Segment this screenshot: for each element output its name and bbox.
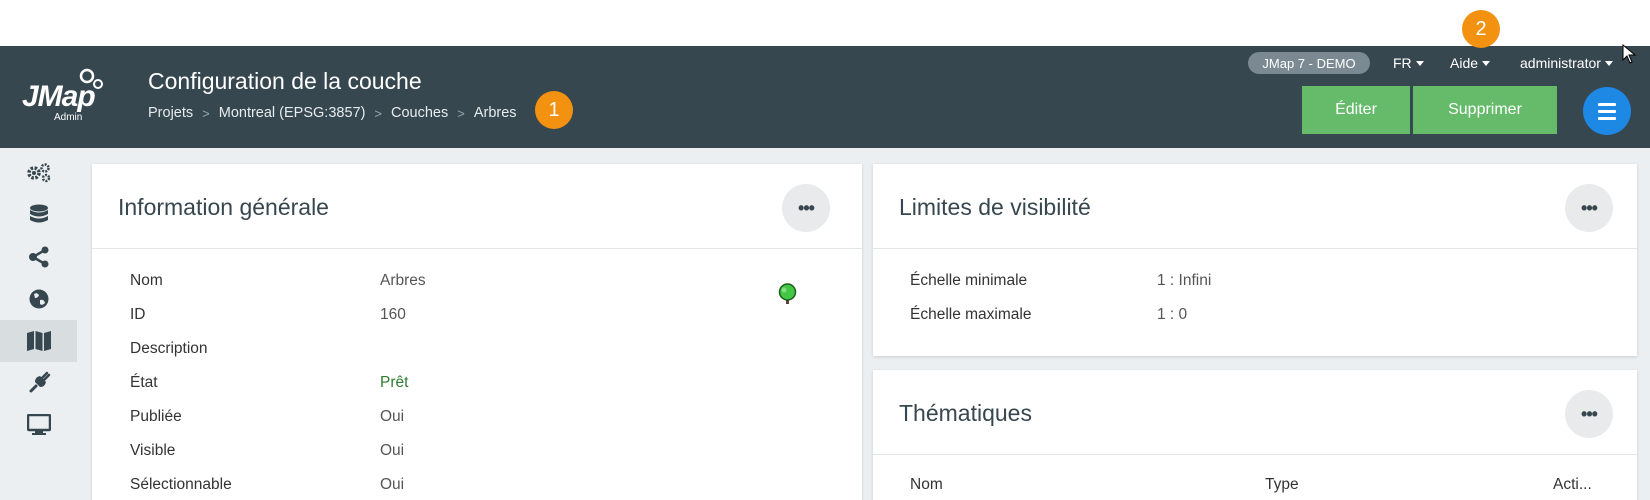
field-label: ID bbox=[130, 306, 146, 323]
column-header-name[interactable]: Nom bbox=[910, 476, 943, 494]
jmap-logo[interactable]: JMap Admin bbox=[22, 60, 122, 126]
monitor-icon bbox=[26, 414, 51, 435]
mouse-cursor-icon bbox=[1622, 44, 1637, 64]
column-header-actions: Acti... bbox=[1553, 476, 1592, 493]
visibility-limits-panel: Limites de visibilité ••• Échelle minima… bbox=[873, 164, 1637, 356]
panel-title: Information générale bbox=[118, 194, 329, 220]
share-icon bbox=[28, 246, 48, 268]
field-value: Oui bbox=[380, 408, 405, 425]
gears-icon bbox=[26, 163, 50, 183]
visibility-options-button[interactable]: ••• bbox=[1565, 184, 1613, 232]
page-title: Configuration de la couche bbox=[148, 68, 422, 94]
environment-badge: JMap 7 - DEMO bbox=[1248, 52, 1370, 74]
help-label: Aide bbox=[1450, 55, 1479, 71]
panel-title: Thématiques bbox=[899, 400, 1032, 426]
field-label: Sélectionnable bbox=[130, 476, 232, 493]
top-strip bbox=[0, 0, 1650, 46]
more-icon: ••• bbox=[798, 197, 815, 218]
field-value: 160 bbox=[380, 306, 406, 323]
breadcrumb-project[interactable]: Montreal (EPSG:3857) bbox=[219, 105, 366, 121]
sidebar bbox=[0, 148, 77, 500]
more-icon: ••• bbox=[1581, 197, 1598, 218]
hamburger-line bbox=[1598, 109, 1616, 113]
chevron-down-icon bbox=[1415, 60, 1424, 66]
breadcrumb-separator: > bbox=[374, 105, 383, 121]
column-header-type[interactable]: Type bbox=[1265, 476, 1299, 494]
edit-button[interactable]: Éditer bbox=[1302, 86, 1410, 134]
language-dropdown[interactable]: FR bbox=[1393, 52, 1424, 74]
field-label: État bbox=[130, 374, 158, 391]
plug-icon bbox=[29, 371, 50, 393]
sidebar-item-settings[interactable] bbox=[0, 152, 77, 194]
breadcrumb-current: Arbres bbox=[473, 105, 517, 121]
field-value: Oui bbox=[380, 476, 405, 493]
general-info-panel: Information générale ••• Nom Arbres ID 1… bbox=[92, 164, 862, 500]
breadcrumb-separator: > bbox=[457, 105, 465, 121]
sidebar-item-projects[interactable] bbox=[0, 320, 77, 362]
sidebar-item-extensions[interactable] bbox=[0, 362, 77, 404]
hamburger-line bbox=[1598, 102, 1616, 106]
breadcrumb-separator: > bbox=[202, 105, 210, 121]
field-label: Échelle minimale bbox=[910, 272, 1028, 289]
field-value: 1 : Infini bbox=[1157, 272, 1212, 289]
status-value: Prêt bbox=[380, 374, 409, 391]
language-label: FR bbox=[1393, 55, 1412, 71]
panel-divider bbox=[873, 454, 1637, 455]
chevron-down-icon bbox=[1604, 60, 1613, 66]
field-value: 1 : 0 bbox=[1157, 306, 1188, 323]
hamburger-line bbox=[1598, 116, 1616, 120]
map-icon bbox=[26, 331, 51, 351]
delete-button[interactable]: Supprimer bbox=[1413, 86, 1557, 134]
breadcrumb: Projets > Montreal (EPSG:3857) > Couches… bbox=[148, 105, 517, 121]
globe-icon bbox=[29, 289, 48, 309]
callout-badge-1: 1 bbox=[535, 91, 573, 129]
breadcrumb-layers[interactable]: Couches bbox=[391, 105, 448, 121]
chevron-down-icon bbox=[1482, 60, 1491, 66]
sidebar-item-sharing[interactable] bbox=[0, 236, 77, 278]
thematics-options-button[interactable]: ••• bbox=[1565, 390, 1613, 438]
tree-layer-icon bbox=[778, 283, 797, 304]
thematics-panel: Thématiques ••• Nom Type Acti... bbox=[873, 370, 1637, 500]
database-icon bbox=[29, 204, 48, 223]
help-dropdown[interactable]: Aide bbox=[1450, 52, 1491, 74]
user-label: administrator bbox=[1520, 55, 1601, 71]
general-info-options-button[interactable]: ••• bbox=[782, 184, 830, 232]
field-label: Nom bbox=[130, 272, 163, 289]
field-value: Oui bbox=[380, 442, 405, 459]
panel-divider bbox=[873, 248, 1637, 249]
breadcrumb-projects[interactable]: Projets bbox=[148, 105, 193, 121]
logo-subtext: Admin bbox=[54, 112, 83, 123]
logo-text: JMap bbox=[22, 80, 96, 113]
user-menu-dropdown[interactable]: administrator bbox=[1520, 52, 1613, 74]
field-value: Arbres bbox=[380, 272, 426, 289]
field-label: Publiée bbox=[130, 408, 182, 425]
sidebar-item-services[interactable] bbox=[0, 278, 77, 320]
callout-badge-2: 2 bbox=[1462, 10, 1500, 48]
field-label: Description bbox=[130, 340, 208, 357]
panel-title: Limites de visibilité bbox=[899, 194, 1091, 220]
sidebar-item-system[interactable] bbox=[0, 404, 77, 446]
more-icon: ••• bbox=[1581, 403, 1598, 424]
field-label: Visible bbox=[130, 442, 176, 459]
panel-divider bbox=[92, 248, 862, 249]
main-menu-button[interactable] bbox=[1583, 87, 1631, 135]
field-label: Échelle maximale bbox=[910, 306, 1032, 323]
sidebar-item-data-sources[interactable] bbox=[0, 194, 77, 236]
